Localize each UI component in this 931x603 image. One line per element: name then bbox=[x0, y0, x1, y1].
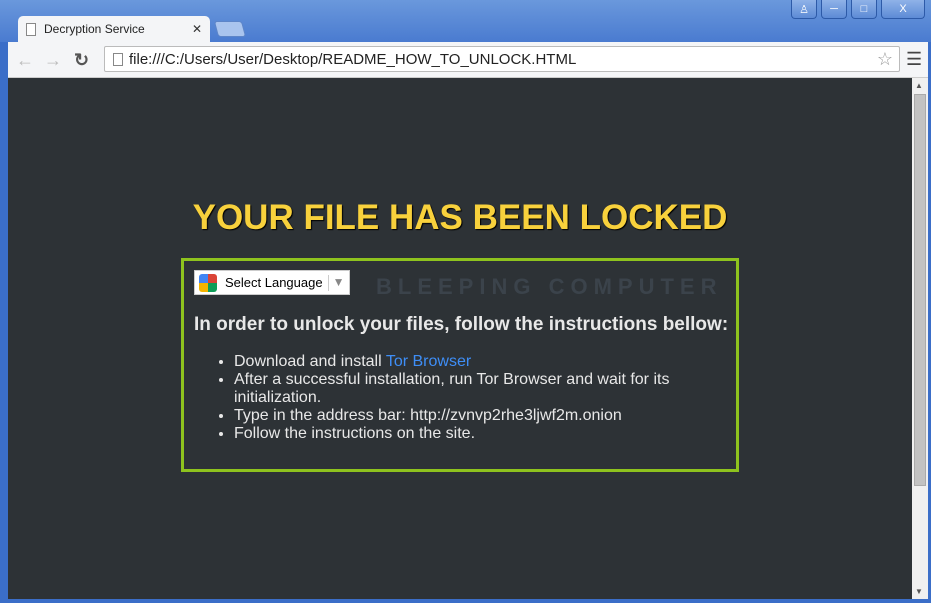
list-item: Download and install Tor Browser bbox=[234, 353, 714, 371]
tor-browser-link[interactable]: Tor Browser bbox=[386, 353, 471, 370]
toolbar: ← → ↻ file:///C:/Users/User/Desktop/READ… bbox=[8, 42, 928, 78]
page-icon bbox=[113, 52, 123, 66]
close-window-button[interactable]: X bbox=[881, 0, 925, 19]
steps-list: Download and install Tor Browser After a… bbox=[234, 353, 714, 443]
star-icon[interactable]: ☆ bbox=[877, 49, 893, 70]
address-bar[interactable]: file:///C:/Users/User/Desktop/README_HOW… bbox=[104, 46, 900, 72]
instructions-title: In order to unlock your files, follow th… bbox=[194, 314, 729, 335]
scroll-up-icon[interactable]: ▲ bbox=[915, 81, 923, 90]
forward-icon[interactable]: → bbox=[44, 50, 62, 71]
watermark: BLEEPING COMPUTER bbox=[376, 274, 723, 299]
page-heading: YOUR FILE HAS BEEN LOCKED bbox=[192, 198, 728, 237]
page-content: YOUR FILE HAS BEEN LOCKED BLEEPING COMPU… bbox=[8, 78, 912, 599]
back-icon[interactable]: ← bbox=[16, 50, 34, 71]
menu-icon[interactable]: ☰ bbox=[906, 49, 922, 70]
scrollbar-thumb[interactable] bbox=[914, 94, 926, 486]
scrollbar[interactable]: ▲ ▼ bbox=[912, 78, 928, 599]
url-text: file:///C:/Users/User/Desktop/README_HOW… bbox=[129, 50, 577, 68]
tab-decryption-service[interactable]: Decryption Service ✕ bbox=[18, 16, 210, 42]
new-tab-button[interactable] bbox=[213, 21, 247, 37]
maximize-button[interactable]: □ bbox=[851, 0, 877, 19]
list-item: After a successful installation, run Tor… bbox=[234, 371, 714, 407]
minimize-button[interactable]: ─ bbox=[821, 0, 847, 19]
reload-icon[interactable]: ↻ bbox=[74, 50, 89, 71]
close-tab-icon[interactable]: ✕ bbox=[192, 22, 202, 36]
instructions-box: BLEEPING COMPUTER Select Language ▼ In o… bbox=[181, 258, 739, 472]
select-language-label: Select Language bbox=[225, 275, 323, 290]
scroll-down-icon[interactable]: ▼ bbox=[915, 587, 923, 596]
list-item: Follow the instructions on the site. bbox=[234, 425, 714, 443]
list-item: Type in the address bar: http://zvnvp2rh… bbox=[234, 407, 714, 425]
dropdown-arrow-icon: ▼ bbox=[327, 274, 344, 291]
select-language-dropdown[interactable]: Select Language ▼ bbox=[194, 270, 350, 295]
google-logo-icon bbox=[199, 273, 217, 292]
tab-title: Decryption Service bbox=[44, 22, 145, 36]
document-icon bbox=[26, 22, 36, 36]
user-profile-button[interactable]: ♙ bbox=[791, 0, 817, 19]
